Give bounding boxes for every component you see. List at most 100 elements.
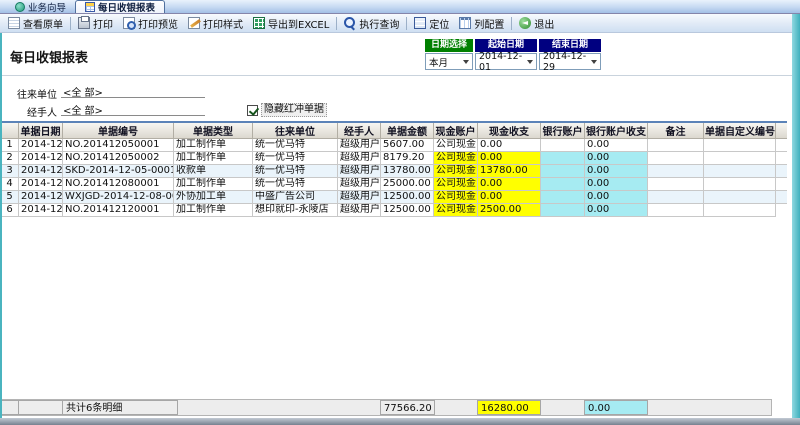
table-cell: 统一优马特	[253, 178, 338, 191]
exit-button[interactable]: 退出	[514, 15, 559, 32]
column-header[interactable]: 银行账户收支	[585, 122, 648, 139]
column-header[interactable]: 单据编号	[63, 122, 174, 139]
summary-bar: 共计6条明细 77566.20 16280.00 0.00	[0, 399, 772, 416]
print-preview-button[interactable]: 打印预览	[118, 15, 183, 32]
table-cell	[704, 204, 776, 217]
table-cell: 超级用户	[338, 139, 381, 152]
table-cell: 13780.00	[381, 165, 434, 178]
table-row[interactable]: 12014-12-05NO.201412050001加工制作单统一优马特超级用户…	[1, 139, 787, 152]
table-cell	[541, 139, 585, 152]
window-bottom-border	[0, 418, 800, 425]
table-cell: 2014-12-12	[19, 204, 63, 217]
column-header[interactable]: 经手人	[338, 122, 381, 139]
date-mode-select[interactable]: 本月	[425, 53, 473, 70]
partner-label: 往来单位	[15, 86, 57, 101]
button-label: 打印预览	[138, 16, 178, 31]
table-cell	[541, 165, 585, 178]
table-cell: SKD-2014-12-05-0001	[63, 165, 174, 178]
row-number-cell: 4	[1, 178, 19, 191]
table-cell	[704, 139, 776, 152]
table-cell: 超级用户	[338, 152, 381, 165]
table-cell: 加工制作单	[174, 152, 253, 165]
locate-icon	[414, 17, 426, 29]
export-excel-button[interactable]: 导出到EXCEL	[248, 15, 334, 32]
hide-reversal-checkbox[interactable]	[247, 105, 258, 116]
table-cell: 统一优马特	[253, 139, 338, 152]
table-cell: 外协加工单	[174, 191, 253, 204]
start-date-value: 2014-12-01	[479, 51, 527, 73]
table-cell	[541, 204, 585, 217]
page-title: 每日收银报表	[10, 47, 88, 66]
table-row[interactable]: 62014-12-12NO.201412120001加工制作单想印就印-永陵店超…	[1, 204, 787, 217]
column-header[interactable]: 银行账户	[541, 122, 585, 139]
toolbar: 查看原单 打印 打印预览 打印样式 导出到EXCEL 执行查询 定位	[0, 14, 800, 33]
chevron-down-icon	[463, 60, 469, 64]
hide-reversal-option: 隐藏红冲单据	[247, 103, 327, 117]
table-cell: 8179.20	[381, 152, 434, 165]
end-date-value: 2014-12-29	[543, 51, 591, 73]
table-row[interactable]: 42014-12-08NO.201412080001加工制作单统一优马特超级用户…	[1, 178, 787, 191]
column-header[interactable]: 现金账户	[434, 122, 478, 139]
report-icon	[85, 2, 95, 12]
app-window: 业务向导 每日收银报表 查看原单 打印 打印预览 打印样式 导出到EXCEL	[0, 0, 800, 425]
tab-business-wizard[interactable]: 业务向导	[6, 0, 75, 13]
table-cell: 公司现金	[434, 139, 478, 152]
toolbar-separator	[511, 17, 512, 30]
table-cell: 0.00	[585, 204, 648, 217]
summary-bank-total: 0.00	[584, 400, 648, 415]
column-header[interactable]: 单据日期	[19, 122, 63, 139]
column-header[interactable]: 单据金额	[381, 122, 434, 139]
print-button[interactable]: 打印	[73, 15, 118, 32]
column-header[interactable]: 现金收支	[478, 122, 541, 139]
view-original-button[interactable]: 查看原单	[3, 15, 68, 32]
search-icon	[344, 17, 356, 29]
table-cell-filler	[776, 191, 787, 204]
table-cell-filler	[776, 165, 787, 178]
tab-label: 业务向导	[28, 0, 66, 14]
table-row[interactable]: 22014-12-05NO.201412050002加工制作单统一优马特超级用户…	[1, 152, 787, 165]
handler-field[interactable]: <全 部>	[61, 102, 205, 116]
table-cell: 公司现金	[434, 165, 478, 178]
column-header[interactable]: 单据类型	[174, 122, 253, 139]
table-cell: 0.00	[585, 165, 648, 178]
table-cell: 2014-12-05	[19, 139, 63, 152]
end-date-select[interactable]: 2014-12-29	[539, 53, 601, 70]
print-style-button[interactable]: 打印样式	[183, 15, 248, 32]
table-cell: 0.00	[478, 139, 541, 152]
date-filter: 日期选择 本月 起始日期 2014-12-01 结束日期 2014-12-29	[425, 39, 601, 70]
table-cell: 公司现金	[434, 178, 478, 191]
table-cell	[648, 165, 704, 178]
run-query-button[interactable]: 执行查询	[339, 15, 404, 32]
partner-field[interactable]: <全 部>	[61, 84, 205, 98]
table-cell: 0.00	[478, 191, 541, 204]
summary-amount-total: 77566.20	[380, 400, 435, 415]
table-cell: 超级用户	[338, 204, 381, 217]
row-number-cell: 1	[1, 139, 19, 152]
tab-daily-cash-report[interactable]: 每日收银报表	[75, 0, 165, 13]
table-cell: 公司现金	[434, 204, 478, 217]
table-cell: 收款单	[174, 165, 253, 178]
row-number-cell: 2	[1, 152, 19, 165]
document-icon	[8, 17, 20, 29]
column-header[interactable]: 往来单位	[253, 122, 338, 139]
button-label: 打印样式	[203, 16, 243, 31]
table-cell: 统一优马特	[253, 152, 338, 165]
table-cell: 2014-12-05	[19, 165, 63, 178]
locate-button[interactable]: 定位	[409, 15, 454, 32]
table-cell-filler	[776, 152, 787, 165]
table-cell: 0.00	[585, 139, 648, 152]
toolbar-separator	[336, 17, 337, 30]
table-cell	[541, 152, 585, 165]
table-cell: 超级用户	[338, 165, 381, 178]
table-cell: NO.201412050002	[63, 152, 174, 165]
window-left-border	[0, 33, 2, 418]
table-cell: 加工制作单	[174, 178, 253, 191]
column-header[interactable]: 备注	[648, 122, 704, 139]
column-config-button[interactable]: 列配置	[454, 15, 509, 32]
column-header[interactable]: 单据自定义编号	[704, 122, 776, 139]
summary-cash-total: 16280.00	[477, 400, 541, 415]
table-row[interactable]: 32014-12-05SKD-2014-12-05-0001收款单统一优马特超级…	[1, 165, 787, 178]
start-date-select[interactable]: 2014-12-01	[475, 53, 537, 70]
table-row[interactable]: 52014-12-08WXJGD-2014-12-08-0002外协加工单中盛广…	[1, 191, 787, 204]
button-label: 导出到EXCEL	[268, 16, 329, 31]
